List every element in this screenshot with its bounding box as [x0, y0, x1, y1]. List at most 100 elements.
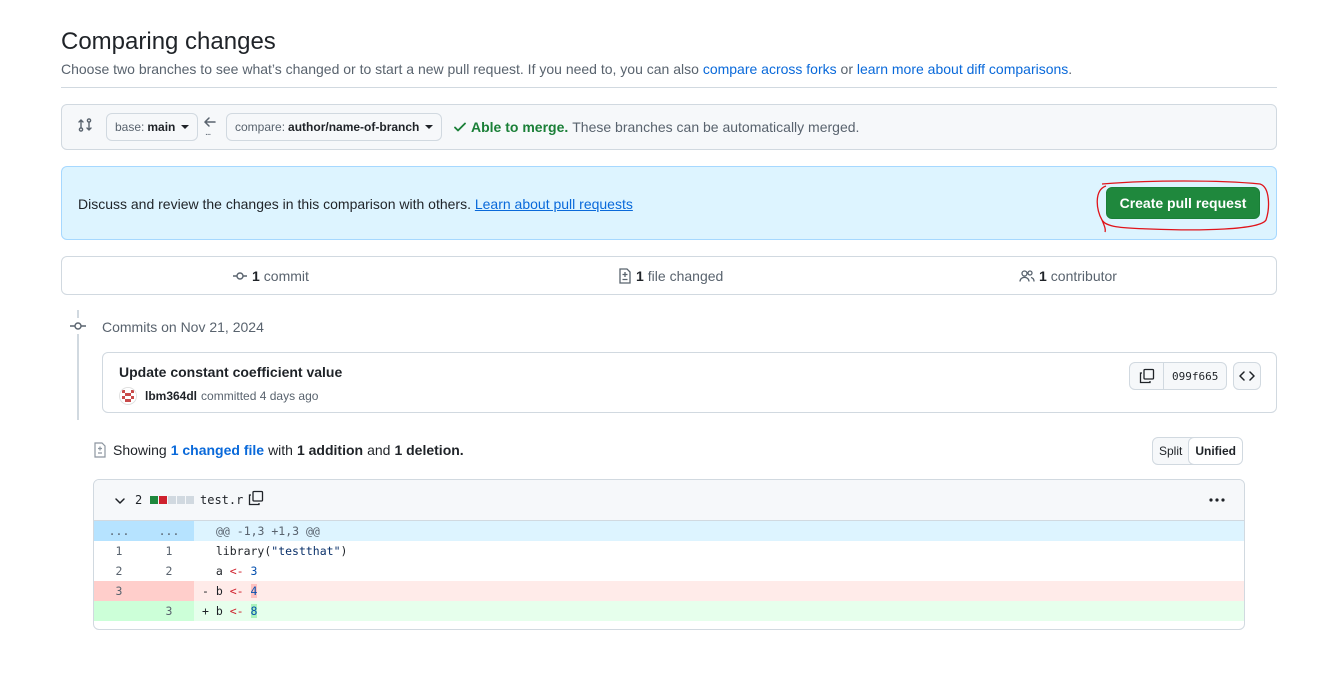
commit-meta: lbm364dl committed 4 days ago	[119, 387, 318, 405]
commits-count: 1	[252, 268, 260, 284]
files-changed-tab[interactable]: 1 file changed	[618, 268, 723, 284]
diffstat-neutral	[177, 496, 185, 504]
hunk-expand-old[interactable]: ...	[94, 521, 144, 541]
git-compare-icon	[77, 117, 93, 133]
subtitle-text: Choose two branches to see what’s change…	[61, 61, 699, 77]
changed-files-link[interactable]: 1 changed file	[171, 442, 264, 458]
file-header: 2 test.r	[94, 480, 1244, 521]
code-text: a <- 3	[215, 564, 258, 578]
contributors-count: 1	[1039, 268, 1047, 284]
base-branch-select[interactable]: base: main	[106, 113, 199, 141]
merge-status: Able to merge. These branches can be aut…	[453, 119, 859, 135]
diff-change-count: 2	[135, 493, 143, 507]
divider	[61, 87, 1277, 88]
compare-branch-name: author/name-of-branch	[288, 120, 420, 134]
subtitle-end: .	[1068, 61, 1073, 77]
file-diff-icon	[93, 442, 113, 458]
hunk-expand-new[interactable]: ...	[144, 521, 194, 541]
diff-line: 1 1 library("testthat")	[94, 541, 1244, 561]
additions-count: 1 addition	[296, 442, 364, 458]
annotation-circle	[1096, 180, 1270, 233]
browse-repo-button[interactable]	[1233, 362, 1261, 390]
split-view-button[interactable]: Split	[1153, 438, 1188, 464]
range-ellipsis: ...	[205, 127, 211, 138]
diffstat-deleted	[159, 496, 167, 504]
unified-view-button[interactable]: Unified	[1188, 438, 1243, 464]
caret-down-icon	[425, 125, 434, 129]
compare-branch-select[interactable]: compare: author/name-of-branch	[226, 113, 443, 141]
diffstat-bar	[150, 496, 194, 504]
new-line-number[interactable]	[144, 581, 194, 601]
files-label: file changed	[647, 268, 724, 284]
learn-diff-link[interactable]: learn more about diff comparisons	[857, 61, 1068, 77]
file-diff: 2 test.r ... ... @@ -1,3 +1,3 @@ 1 1 lib…	[93, 479, 1245, 630]
new-line-number[interactable]: 2	[144, 561, 194, 581]
diff-line-deleted: 3 - b <- 4	[94, 581, 1244, 601]
with-label: with	[268, 442, 293, 458]
copy-icon	[1139, 368, 1155, 384]
commits-tab[interactable]: 1 commit	[232, 268, 309, 284]
diff-marker: +	[202, 604, 209, 618]
overall-summary: 1 commit 1 file changed 1 contributor	[61, 256, 1277, 295]
deletions-count: 1 deletion.	[394, 442, 464, 458]
commit-row: Update constant coefficient value lbm364…	[102, 352, 1277, 413]
commit-time: 4 days ago	[259, 389, 319, 403]
people-icon	[1019, 268, 1039, 284]
code-icon	[1239, 368, 1255, 384]
base-prefix: base:	[115, 120, 145, 134]
diff-summary: Showing 1 changed file with 1 addition a…	[93, 442, 468, 458]
commit-sha-link[interactable]: 099f665	[1164, 363, 1226, 389]
learn-pull-requests-link[interactable]: Learn about pull requests	[475, 196, 633, 212]
merge-status-message: These branches can be automatically merg…	[572, 119, 860, 135]
old-line-number[interactable]: 1	[94, 541, 144, 561]
commits-label: commit	[263, 268, 309, 284]
code-line: library("testthat")	[194, 541, 1244, 561]
file-name-link[interactable]: test.r	[200, 493, 243, 507]
diffstat-added	[150, 496, 158, 504]
range-editor: base: main ... compare: author/name-of-b…	[61, 104, 1277, 150]
commit-author[interactable]: lbm364dl	[145, 389, 197, 403]
new-line-number[interactable]: 1	[144, 541, 194, 561]
commits-date-heading: Commits on Nov 21, 2024	[102, 319, 264, 335]
new-line-number[interactable]: 3	[144, 601, 194, 621]
diff-marker: -	[202, 584, 209, 598]
hunk-header: @@ -1,3 +1,3 @@	[194, 521, 1244, 541]
files-count: 1	[636, 268, 644, 284]
old-line-number[interactable]: 3	[94, 581, 144, 601]
subtitle-or: or	[840, 61, 853, 77]
kebab-horizontal-icon[interactable]	[1208, 493, 1226, 507]
old-line-number[interactable]: 2	[94, 561, 144, 581]
old-line-number[interactable]	[94, 601, 144, 621]
commit-sha-group: 099f665	[1129, 362, 1228, 390]
git-commit-icon	[232, 268, 252, 284]
git-commit-icon	[69, 318, 87, 334]
compare-forks-link[interactable]: compare across forks	[703, 61, 837, 77]
file-diff-icon	[618, 268, 636, 284]
commit-title[interactable]: Update constant coefficient value	[119, 364, 342, 380]
code-line: a <- 3	[194, 561, 1244, 581]
diffstat-neutral	[168, 496, 176, 504]
diff-table: ... ... @@ -1,3 +1,3 @@ 1 1 library("tes…	[94, 521, 1244, 621]
check-icon	[453, 120, 467, 134]
chevron-down-icon[interactable]	[114, 495, 126, 507]
diffstat-neutral	[186, 496, 194, 504]
and-label: and	[367, 442, 391, 458]
code-text: b <- 8	[215, 604, 258, 618]
base-branch-name: main	[147, 120, 176, 134]
caret-down-icon	[181, 125, 190, 129]
merge-status-label: Able to merge.	[471, 119, 569, 135]
page-subtitle: Choose two branches to see what’s change…	[61, 61, 1072, 77]
commit-action: committed	[201, 389, 257, 403]
discuss-text: Discuss and review the changes in this c…	[78, 196, 633, 212]
diff-line: 2 2 a <- 3	[94, 561, 1244, 581]
diff-marker	[202, 564, 209, 578]
contributors-tab[interactable]: 1 contributor	[1019, 268, 1117, 284]
compare-prefix: compare:	[235, 120, 286, 134]
code-text: library("testthat")	[215, 544, 348, 558]
avatar[interactable]	[119, 387, 137, 405]
contributors-label: contributor	[1050, 268, 1117, 284]
showing-label: Showing	[113, 442, 167, 458]
hunk-header-row: ... ... @@ -1,3 +1,3 @@	[94, 521, 1244, 541]
copy-sha-button[interactable]	[1130, 363, 1164, 389]
copy-icon[interactable]	[248, 490, 264, 506]
